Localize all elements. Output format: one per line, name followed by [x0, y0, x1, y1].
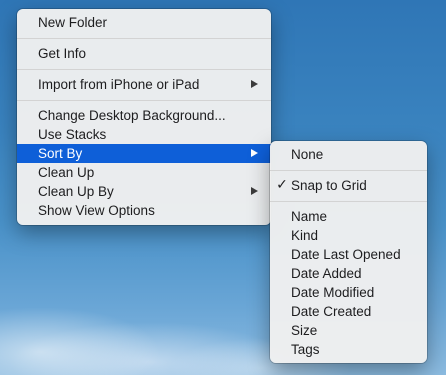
- menu-item-clean-up[interactable]: Clean Up: [17, 163, 271, 182]
- menu-item-label: Show View Options: [38, 203, 155, 218]
- sort-item-name[interactable]: Name: [270, 207, 427, 226]
- checkmark-icon: ✓: [276, 177, 288, 193]
- menu-item-label: Name: [291, 209, 328, 224]
- sort-item-snap-to-grid[interactable]: ✓ Snap to Grid: [270, 176, 427, 195]
- menu-item-import-from-iphone[interactable]: Import from iPhone or iPad: [17, 75, 271, 94]
- menu-separator: [17, 38, 271, 39]
- menu-item-label: None: [291, 147, 324, 162]
- menu-separator: [270, 201, 427, 202]
- menu-item-label: Import from iPhone or iPad: [38, 77, 200, 92]
- sort-by-submenu: None ✓ Snap to Grid Name Kind Date Last …: [270, 141, 427, 363]
- menu-item-label: Change Desktop Background...: [38, 108, 226, 123]
- submenu-arrow-icon: [251, 80, 258, 88]
- menu-item-new-folder[interactable]: New Folder: [17, 13, 271, 32]
- menu-item-show-view-options[interactable]: Show View Options: [17, 201, 271, 220]
- sort-item-date-added[interactable]: Date Added: [270, 264, 427, 283]
- menu-item-label: Date Added: [291, 266, 362, 281]
- menu-item-label: Kind: [291, 228, 319, 243]
- menu-item-sort-by[interactable]: Sort By: [17, 144, 271, 163]
- menu-item-label: Tags: [291, 342, 320, 357]
- menu-item-label: Clean Up By: [38, 184, 114, 199]
- sort-item-date-last-opened[interactable]: Date Last Opened: [270, 245, 427, 264]
- menu-item-label: Snap to Grid: [291, 178, 367, 193]
- sort-item-date-created[interactable]: Date Created: [270, 302, 427, 321]
- menu-item-label: Clean Up: [38, 165, 95, 180]
- menu-separator: [17, 69, 271, 70]
- menu-item-label: Size: [291, 323, 318, 338]
- submenu-arrow-icon: [251, 187, 258, 195]
- sort-item-tags[interactable]: Tags: [270, 340, 427, 359]
- menu-item-label: Date Last Opened: [291, 247, 401, 262]
- menu-separator: [270, 170, 427, 171]
- menu-separator: [17, 100, 271, 101]
- sort-item-kind[interactable]: Kind: [270, 226, 427, 245]
- sort-item-date-modified[interactable]: Date Modified: [270, 283, 427, 302]
- menu-item-use-stacks[interactable]: Use Stacks: [17, 125, 271, 144]
- menu-item-label: Date Modified: [291, 285, 375, 300]
- menu-item-label: Get Info: [38, 46, 87, 61]
- menu-item-change-desktop-background[interactable]: Change Desktop Background...: [17, 106, 271, 125]
- sort-item-none[interactable]: None: [270, 145, 427, 164]
- menu-item-label: Use Stacks: [38, 127, 107, 142]
- menu-item-label: Date Created: [291, 304, 372, 319]
- menu-item-get-info[interactable]: Get Info: [17, 44, 271, 63]
- menu-item-clean-up-by[interactable]: Clean Up By: [17, 182, 271, 201]
- menu-item-label: Sort By: [38, 146, 83, 161]
- submenu-arrow-icon: [251, 149, 258, 157]
- sort-item-size[interactable]: Size: [270, 321, 427, 340]
- desktop-context-menu: New Folder Get Info Import from iPhone o…: [17, 9, 271, 225]
- menu-item-label: New Folder: [38, 15, 108, 30]
